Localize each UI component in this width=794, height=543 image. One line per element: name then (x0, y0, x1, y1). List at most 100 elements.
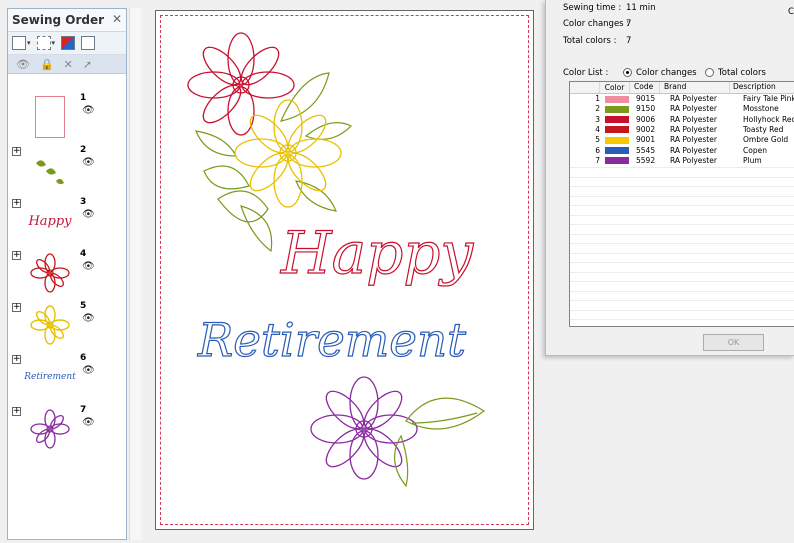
list-item[interactable]: + 2 👁 (8, 143, 126, 195)
retirement-text: Retirement (197, 313, 467, 367)
description-cell: Toasty Red (743, 124, 784, 134)
purple-flower (310, 376, 418, 480)
brand-cell: RA Polyester (670, 114, 717, 124)
grid-line (570, 309, 794, 311)
list-item[interactable]: + 4 👁 (8, 247, 126, 299)
radio-off-icon[interactable] (705, 68, 714, 77)
list-item[interactable]: + 5 👁 (8, 299, 126, 351)
panel-toolbar-2: 👁 🔒 ✕ ➚ (8, 55, 126, 74)
eye-icon[interactable]: 👁 (82, 209, 95, 220)
table-row[interactable]: 4 9002 RA Polyester Toasty Red (570, 125, 794, 135)
grid-line (570, 195, 794, 197)
table-row[interactable]: 5 9001 RA Polyester Ombre Gold (570, 135, 794, 145)
eye-icon[interactable]: 👁 (82, 417, 95, 428)
radio-on-icon[interactable] (623, 68, 632, 77)
code-cell: 9001 (636, 135, 656, 145)
color-swatch-cell (602, 94, 632, 104)
close-icon[interactable]: ✕ (112, 12, 122, 26)
header-description[interactable]: Description (730, 82, 794, 93)
list-item[interactable]: + Happy 3 👁 (8, 195, 126, 247)
description-cell: Mosstone (743, 104, 779, 114)
table-row[interactable]: 6 5545 RA Polyester Copen (570, 146, 794, 156)
frame-icon[interactable] (81, 36, 96, 50)
expand-icon[interactable]: + (12, 251, 21, 260)
grid-line (570, 205, 794, 206)
color-swatch-cell (602, 135, 632, 145)
item-number: 4 (80, 249, 87, 259)
row-index: 7 (595, 155, 600, 165)
description-cell: Ombre Gold (743, 135, 789, 145)
table-row[interactable]: 1 9015 RA Polyester Fairy Tale Pink (570, 94, 794, 104)
color-swatch (605, 126, 629, 134)
dropdown-arrow-icon[interactable]: ▾ (27, 39, 31, 47)
brand-cell: RA Polyester (670, 124, 717, 134)
brand-cell: RA Polyester (670, 135, 717, 145)
delete-icon[interactable]: ✕ (64, 58, 73, 71)
radio-color-changes-label: Color changes (636, 68, 697, 78)
thumbnail-frame (26, 93, 74, 141)
dropdown-arrow-icon[interactable]: ▾ (52, 39, 56, 47)
ok-button[interactable]: OK (703, 334, 764, 351)
table-row[interactable]: 3 9006 RA Polyester Hollyhock Red (570, 115, 794, 125)
lock-icon[interactable]: 🔒 (40, 58, 54, 71)
list-item[interactable]: 1 👁 (8, 91, 126, 143)
group-icon[interactable] (36, 36, 51, 50)
row-index: 4 (595, 124, 600, 134)
expand-icon[interactable]: + (12, 199, 21, 208)
header-color[interactable]: Color (600, 82, 630, 93)
expand-icon[interactable]: + (12, 303, 21, 312)
total-colors-label: Total colors : (563, 36, 617, 46)
code-cell: 9015 (636, 94, 656, 103)
thumbnail-purple-flower (26, 405, 74, 453)
color-changes-label: Color changes : (563, 19, 630, 29)
item-number: 7 (80, 405, 87, 415)
grid-line (570, 243, 794, 244)
radio-color-changes[interactable]: Color changes (623, 68, 697, 78)
eye-icon[interactable]: 👁 (82, 261, 95, 272)
thumbnail-happy: Happy (28, 213, 72, 229)
grid-line (570, 224, 794, 225)
grid-line (570, 300, 794, 301)
embroidery-hoop: Happy Retirement (155, 10, 534, 530)
grid-line (570, 319, 794, 320)
radio-total-colors[interactable]: Total colors (705, 68, 766, 78)
row-index: 1 (595, 94, 600, 103)
select-all-icon[interactable] (12, 36, 26, 50)
color-swatch (605, 157, 629, 165)
row-index: 5 (595, 135, 600, 145)
brand-cell: RA Polyester (670, 155, 717, 165)
list-item[interactable]: + Retirement 6 👁 (8, 351, 126, 403)
color-swatch-cell (602, 146, 632, 156)
list-item[interactable]: + 7 👁 (8, 403, 126, 455)
eye-icon[interactable]: 👁 (82, 365, 95, 376)
description-cell: Plum (743, 155, 762, 165)
grid-line (570, 176, 794, 178)
row-index: 6 (595, 145, 600, 155)
pointer-icon[interactable]: ➚ (83, 58, 92, 71)
red-flower (187, 32, 295, 136)
table-row[interactable]: 2 9150 RA Polyester Mosstone (570, 104, 794, 114)
expand-icon[interactable]: + (12, 147, 21, 156)
eye-icon[interactable]: 👁 (82, 157, 95, 168)
grid-line (570, 252, 794, 254)
color-sort-icon[interactable] (61, 36, 76, 50)
color-swatch (605, 105, 629, 113)
header-code[interactable]: Code (630, 82, 660, 93)
code-cell: 5545 (636, 145, 656, 155)
eye-icon[interactable]: 👁 (82, 105, 95, 116)
table-row[interactable]: 7 5592 RA Polyester Plum (570, 156, 794, 166)
eye-icon[interactable]: 👁 (82, 313, 95, 324)
color-swatch-cell (602, 115, 632, 125)
grid-line (570, 262, 794, 263)
description-cell: Fairy Tale Pink (743, 94, 794, 103)
grid-line (570, 167, 794, 168)
description-cell: Hollyhock Red (743, 114, 794, 124)
brand-cell: RA Polyester (670, 104, 717, 114)
expand-icon[interactable]: + (12, 355, 21, 364)
color-list-label: Color List : (563, 68, 609, 78)
color-swatch-cell (602, 156, 632, 166)
expand-icon[interactable]: + (12, 407, 21, 416)
eye-icon[interactable]: 👁 (16, 58, 30, 71)
header-brand[interactable]: Brand (660, 82, 730, 93)
grid-line (570, 186, 794, 187)
